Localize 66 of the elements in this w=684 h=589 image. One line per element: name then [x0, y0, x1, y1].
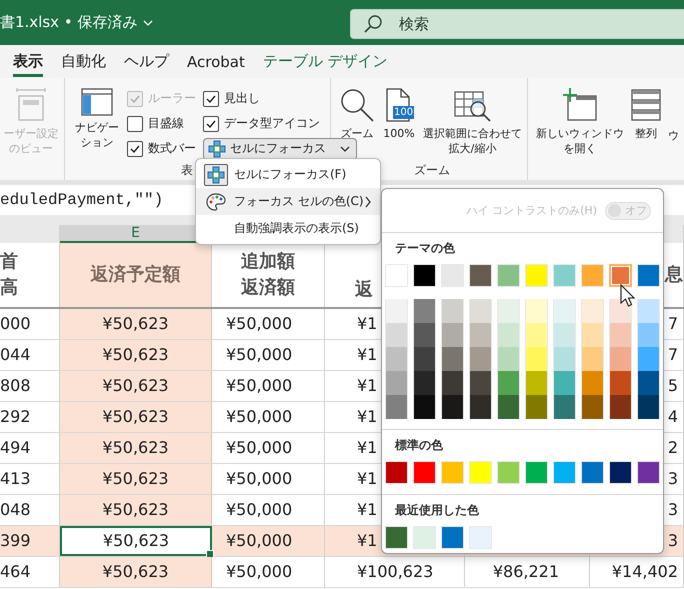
checkbox-label: データ型アイコン	[224, 115, 320, 132]
table-cell: ¥14,402	[590, 557, 684, 587]
toggle-label: ハイ コントラストのみ(H)	[466, 203, 597, 218]
new-window-button[interactable]: 新しいウィンドウ を開く	[534, 86, 626, 158]
chevron-down-icon	[340, 144, 350, 152]
table-cell: ¥50,623	[60, 340, 212, 370]
zoom-100-button[interactable]: 100 100%	[379, 86, 419, 143]
search-field[interactable]: 検索	[397, 14, 601, 34]
table-cell: ¥50,623	[60, 526, 212, 556]
zoom-to-selection-button[interactable]: 選択範囲に合わせて 拡大/縮小	[421, 86, 524, 158]
table-cell: ¥50,000	[212, 340, 325, 370]
table-cell: ¥50,623	[60, 309, 212, 339]
checkbox-label: 数式バー	[148, 140, 196, 157]
fill-handle[interactable]	[206, 550, 214, 558]
section-heading: テーマの色	[394, 240, 456, 257]
ribbon-tab[interactable]: 自動化	[61, 46, 106, 76]
table-cell: ¥50,000	[212, 433, 325, 463]
section-heading: 標準の色	[394, 437, 444, 454]
table-cell: ¥50,623	[60, 371, 212, 401]
color-swatch[interactable]	[609, 264, 632, 287]
document-title: 書1.xlsx • 保存済み	[0, 13, 138, 32]
table-cell: ¥50,000	[212, 495, 325, 525]
table-cell: ¥50,623	[60, 557, 212, 587]
window-plus-icon	[562, 88, 598, 122]
checkbox-label: ルーラー	[148, 90, 196, 107]
checkbox-label: 見出し	[224, 90, 260, 107]
checkbox[interactable]	[127, 140, 143, 156]
table-cell: ¥100,623	[325, 557, 465, 587]
stacked-windows-icon	[631, 88, 661, 122]
table-cell: ¥50,623	[60, 433, 212, 463]
checkbox[interactable]	[127, 116, 143, 132]
table-cell: ¥50,000	[212, 557, 325, 587]
navigation-button[interactable]: ナビゲー ション	[73, 86, 121, 152]
ribbon-tab[interactable]: ヘルプ	[124, 46, 169, 76]
ribbon-tab[interactable]: Acrobat	[187, 46, 245, 76]
table-cell: ¥50,000	[212, 402, 325, 432]
magnifier-icon	[339, 88, 375, 122]
checkbox[interactable]	[203, 90, 219, 106]
table-cell: ¥86,221	[465, 557, 590, 587]
table-cell: ¥50,000	[212, 309, 325, 339]
checkbox[interactable]	[203, 116, 219, 132]
navigation-pane-icon	[81, 88, 113, 116]
search-icon	[363, 14, 383, 34]
table-cell: ¥50,000	[212, 526, 325, 556]
table-cell: ¥50,000	[212, 371, 325, 401]
ribbon-tab[interactable]: テーブル デザイン	[262, 46, 388, 76]
search-box[interactable]: 検索	[350, 8, 684, 38]
checkbox-label: 目盛線	[148, 115, 184, 132]
table-cell: ¥50,623	[60, 464, 212, 494]
mouse-pointer-icon	[620, 284, 636, 308]
palette-icon	[206, 192, 226, 210]
table-cell: ¥50,623	[60, 402, 212, 432]
focus-cell-dropdown[interactable]: セルにフォーカス	[203, 138, 357, 160]
arrange-button[interactable]: 整列	[629, 86, 663, 143]
chevron-right-icon	[364, 196, 372, 208]
cross-icon	[207, 166, 225, 184]
group-label: ズーム	[414, 162, 450, 179]
menu-item[interactable]: フォーカス セルの色(C)	[196, 188, 380, 215]
ribbon-button[interactable]: ウ	[666, 86, 681, 145]
group-label: 表	[181, 162, 193, 179]
column-heading: 返済予定額	[60, 243, 212, 307]
table-cell: ¥50,623	[60, 495, 212, 525]
table-cell: ¥50,000	[212, 464, 325, 494]
percent-badge: 100	[393, 106, 414, 119]
chevron-down-icon	[143, 18, 154, 26]
menu-item[interactable]: セルにフォーカス(F)	[196, 161, 380, 188]
